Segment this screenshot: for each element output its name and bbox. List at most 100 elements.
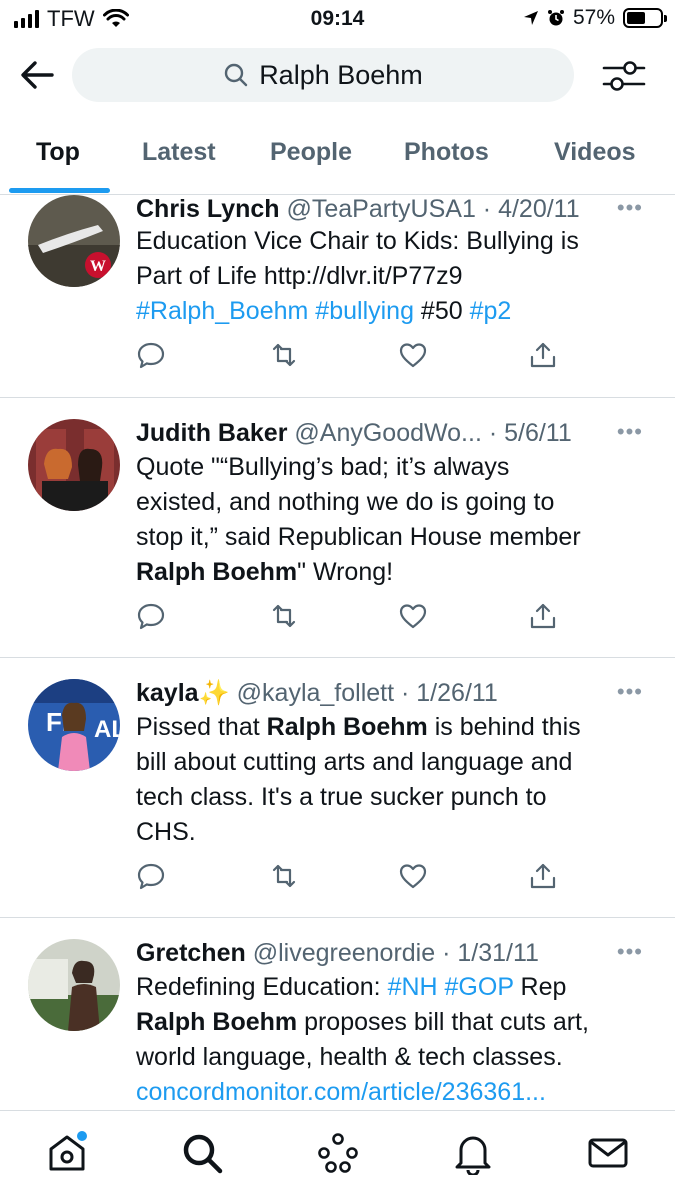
- tweet-text-line: stop it,” said Republican House member: [136, 520, 646, 555]
- share-icon[interactable]: [528, 340, 558, 370]
- like-icon[interactable]: [398, 861, 428, 891]
- tweet-link[interactable]: #Ralph_Boehm: [136, 297, 308, 325]
- tab-photos[interactable]: Photos: [404, 138, 489, 167]
- tweet-link[interactable]: #NH: [388, 973, 438, 1001]
- tweet-text-line: Pissed that Ralph Boehm is behind this: [136, 710, 646, 745]
- highlighted-term: Ralph Boehm: [136, 1008, 298, 1036]
- alarm-icon: [547, 10, 564, 26]
- notifications-icon[interactable]: [451, 1131, 495, 1175]
- text-segment: [438, 973, 445, 1001]
- avatar[interactable]: FE AL: [28, 679, 120, 771]
- tweet-link[interactable]: #GOP: [445, 973, 514, 1001]
- tweet-text: Redefining Education: #NH #GOP Rep Ralph …: [136, 970, 646, 1110]
- search-header: Ralph Boehm: [0, 38, 675, 113]
- reply-icon[interactable]: [136, 601, 166, 631]
- tweet-text-line: existed, and nothing we do is going to: [136, 485, 646, 520]
- messages-icon[interactable]: [586, 1131, 630, 1175]
- battery-icon: [623, 8, 667, 28]
- tab-people[interactable]: People: [270, 138, 352, 167]
- active-tab-indicator: [9, 188, 110, 193]
- more-icon[interactable]: •••: [617, 419, 643, 445]
- author-name[interactable]: kayla: [136, 679, 199, 707]
- more-icon[interactable]: •••: [617, 939, 643, 965]
- text-segment: " Wrong!: [297, 558, 394, 586]
- author-handle[interactable]: @livegreenordie: [253, 939, 435, 967]
- reply-icon[interactable]: [136, 861, 166, 891]
- avatar-image: [28, 939, 120, 1031]
- tweet[interactable]: Gretchen @livegreenordie · 1/31/11 ••• R…: [0, 918, 675, 1110]
- svg-text:AL: AL: [94, 716, 120, 743]
- author-handle[interactable]: @TeaPartyUSA1: [287, 195, 476, 223]
- tweet[interactable]: Judith Baker @AnyGoodWo... · 5/6/11 ••• …: [0, 398, 675, 658]
- avatar[interactable]: [28, 939, 120, 1031]
- author-name[interactable]: Judith Baker: [136, 419, 287, 447]
- avatar-image: [28, 419, 120, 511]
- spaces-icon[interactable]: [316, 1131, 360, 1175]
- tweet-header: Judith Baker @AnyGoodWo... · 5/6/11: [136, 419, 572, 447]
- avatar[interactable]: [28, 419, 120, 511]
- tweet-text-line: Ralph Boehm" Wrong!: [136, 555, 646, 590]
- tweet-text: Quote "“Bullying’s bad; it’s always exist…: [136, 450, 646, 590]
- avatar-image: FE AL: [28, 679, 120, 771]
- retweet-icon[interactable]: [269, 601, 299, 631]
- explore-icon[interactable]: [180, 1131, 224, 1175]
- tweet-text-line: Education Vice Chair to Kids: Bullying i…: [136, 224, 646, 259]
- tweet-header: kayla✨ @kayla_follett · 1/26/11: [136, 679, 498, 707]
- author-name[interactable]: Gretchen: [136, 939, 246, 967]
- text-segment: tech class. It's a true sucker punch to: [136, 783, 547, 811]
- search-input[interactable]: Ralph Boehm: [72, 48, 574, 102]
- filter-icon[interactable]: [600, 56, 648, 96]
- text-segment: #50: [413, 297, 470, 325]
- text-segment: Quote "“Bullying’s bad; it’s always: [136, 453, 510, 481]
- search-tabs: Top Latest People Photos Videos: [0, 120, 675, 195]
- search-query: Ralph Boehm: [259, 59, 423, 90]
- tweet-link[interactable]: #bullying: [315, 297, 414, 325]
- tweet-date: 4/20/11: [498, 195, 580, 223]
- tab-videos[interactable]: Videos: [554, 138, 636, 167]
- tweet-actions: [136, 601, 566, 635]
- tweet-link[interactable]: #p2: [470, 297, 512, 325]
- text-segment: Part of Life http://dlvr.it/P77z9: [136, 262, 463, 290]
- text-segment: Education Vice Chair to Kids: Bullying i…: [136, 227, 579, 255]
- tweet-link[interactable]: concordmonitor.com/article/236361...: [136, 1078, 546, 1106]
- tweet-text: Pissed that Ralph Boehm is behind this bi…: [136, 710, 646, 850]
- status-right: 57%: [523, 6, 667, 30]
- tweet-text: Education Vice Chair to Kids: Bullying i…: [136, 224, 646, 329]
- tweet-header: Chris Lynch @TeaPartyUSA1 · 4/20/11: [136, 195, 580, 223]
- text-segment: existed, and nothing we do is going to: [136, 488, 555, 516]
- tweet-text-line: Ralph Boehm proposes bill that cuts art,: [136, 1005, 646, 1040]
- tab-top[interactable]: Top: [36, 138, 80, 167]
- tweet-text-line: world language, health & tech classes.: [136, 1040, 646, 1075]
- svg-text:W: W: [90, 258, 106, 275]
- share-icon[interactable]: [528, 601, 558, 631]
- tab-latest[interactable]: Latest: [142, 138, 216, 167]
- tweet-text-line: Redefining Education: #NH #GOP Rep: [136, 970, 646, 1005]
- tweet[interactable]: FE AL kayla✨ @kayla_follett · 1/26/11 ••…: [0, 658, 675, 918]
- retweet-icon[interactable]: [269, 340, 299, 370]
- like-icon[interactable]: [398, 340, 428, 370]
- reply-icon[interactable]: [136, 340, 166, 370]
- text-segment: Pissed that: [136, 713, 267, 741]
- like-icon[interactable]: [398, 601, 428, 631]
- search-icon: [224, 63, 248, 87]
- tweet-actions: [136, 340, 566, 374]
- home-icon[interactable]: [45, 1131, 89, 1175]
- tweet-date: 5/6/11: [504, 419, 572, 447]
- tweet-text-line: Part of Life http://dlvr.it/P77z9: [136, 259, 646, 294]
- author-name[interactable]: Chris Lynch: [136, 195, 280, 223]
- retweet-icon[interactable]: [269, 861, 299, 891]
- text-segment: is behind this: [427, 713, 581, 741]
- more-icon[interactable]: •••: [617, 195, 643, 221]
- battery-percent: 57%: [572, 6, 615, 29]
- back-arrow-icon[interactable]: [18, 56, 56, 94]
- tweet[interactable]: W Chris Lynch @TeaPartyUSA1 · 4/20/11 ••…: [0, 195, 675, 398]
- author-handle[interactable]: @kayla_follett: [237, 679, 394, 707]
- tweet-text-line: concordmonitor.com/article/236361...: [136, 1075, 646, 1110]
- author-handle[interactable]: @AnyGoodWo...: [294, 419, 482, 447]
- tweet-text-line: tech class. It's a true sucker punch to: [136, 780, 646, 815]
- text-segment: bill about cutting arts and language and: [136, 748, 573, 776]
- sparkles-emoji: ✨: [198, 679, 230, 707]
- share-icon[interactable]: [528, 861, 558, 891]
- more-icon[interactable]: •••: [617, 679, 643, 705]
- avatar[interactable]: W: [28, 195, 120, 287]
